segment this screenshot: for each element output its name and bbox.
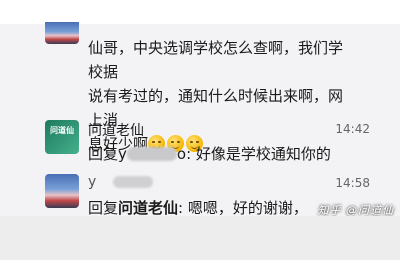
message-item[interactable]: 问道仙 问道老仙 14:42 回复y o: 好像是学校通知你的 — [0, 114, 400, 168]
quoted-name[interactable]: 问道老仙 — [118, 199, 178, 217]
message-line: 仙哥，中央选调学校怎么查啊，我们学校据 — [88, 39, 344, 81]
avatar-label: 问道仙 — [50, 126, 74, 135]
sender-name[interactable]: 问道老仙 — [88, 120, 144, 140]
reply-body: : 嗯嗯，好的谢谢， — [178, 199, 308, 217]
redacted-sender — [113, 176, 153, 188]
sender-name[interactable]: y — [88, 174, 96, 190]
avatar[interactable] — [45, 22, 79, 44]
message-text: 回复y o: 好像是学校通知你的 — [88, 142, 348, 166]
reply-prefix: 回复y — [88, 145, 127, 163]
top-margin — [0, 0, 400, 24]
bottom-margin — [0, 216, 400, 260]
message-item[interactable]: 仙哥，中央选调学校怎么查啊，我们学校据 说有考过的，通知什么时候出来啊，网上消 … — [0, 22, 400, 153]
avatar[interactable]: 问道仙 — [45, 120, 79, 154]
chat-area[interactable]: 仙哥，中央选调学校怎么查啊，我们学校据 说有考过的，通知什么时候出来啊，网上消 … — [0, 22, 400, 217]
avatar[interactable] — [45, 174, 79, 208]
reply-body: o: 好像是学校通知你的 — [176, 145, 331, 163]
reply-prefix: 回复 — [88, 199, 119, 217]
redacted-name — [126, 147, 177, 161]
timestamp: 14:42 — [335, 122, 370, 136]
timestamp: 14:58 — [335, 176, 370, 190]
